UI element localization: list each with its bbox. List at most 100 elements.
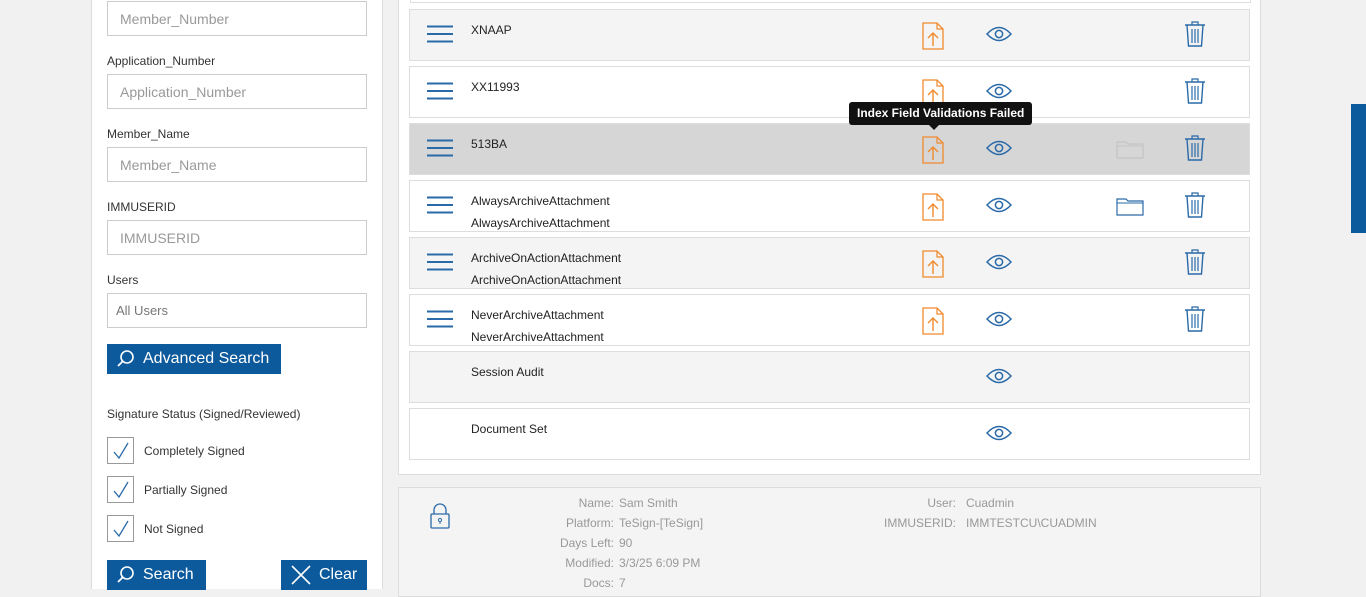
document-row[interactable]: XNAAP	[409, 9, 1250, 61]
checkmark-icon	[113, 481, 129, 498]
view-eye-icon[interactable]	[985, 254, 1013, 275]
checkbox-label: Completely Signed	[144, 443, 245, 458]
advanced-search-button[interactable]: Advanced Search	[107, 344, 281, 374]
upload-icon[interactable]	[922, 22, 944, 55]
search-button[interactable]: Search	[107, 560, 206, 590]
document-name-line1: AlwaysArchiveAttachment	[471, 194, 610, 208]
checkbox-label: Not Signed	[144, 521, 204, 536]
checkmark-icon	[113, 442, 129, 459]
folder-icon	[1116, 139, 1144, 164]
document-row[interactable]: ArchiveOnActionAttachment ArchiveOnAction…	[409, 237, 1250, 289]
upload-icon[interactable]	[922, 136, 944, 169]
trash-icon[interactable]	[1185, 249, 1205, 280]
docs-key: Docs:	[583, 576, 614, 590]
application-number-label: Application_Number	[107, 54, 216, 68]
drag-handle-icon[interactable]	[427, 25, 453, 48]
lock-icon[interactable]	[430, 503, 450, 529]
view-eye-icon[interactable]	[985, 83, 1013, 104]
checkmark-icon	[113, 520, 129, 537]
document-name-line2	[471, 440, 547, 462]
name-key: Name:	[578, 496, 614, 510]
trash-icon[interactable]	[1185, 135, 1205, 166]
view-eye-icon[interactable]	[985, 311, 1013, 332]
member-name-input[interactable]	[107, 147, 367, 182]
immuserid-key: IMMUSERID:	[884, 516, 956, 530]
document-name: XNAAP	[471, 19, 512, 63]
trash-icon[interactable]	[1185, 306, 1205, 337]
session-info-panel: Name: Sam Smith Platform: TeSign-[TeSign…	[398, 487, 1261, 597]
document-row[interactable]: NeverArchiveAttachment NeverArchiveAttach…	[409, 294, 1250, 346]
document-name: Document Set	[471, 418, 547, 462]
search-icon	[117, 350, 134, 367]
document-name: NeverArchiveAttachment NeverArchiveAttach…	[471, 304, 604, 348]
platform-key: Platform:	[565, 516, 614, 530]
application-number-input[interactable]	[107, 74, 367, 109]
member-number-input[interactable]	[107, 1, 367, 36]
drag-handle-icon[interactable]	[427, 310, 453, 333]
document-name-line2: AlwaysArchiveAttachment	[471, 216, 610, 230]
document-name: Session Audit	[471, 361, 544, 405]
view-eye-icon[interactable]	[985, 368, 1013, 389]
trash-icon[interactable]	[1185, 192, 1205, 223]
drag-handle-icon[interactable]	[427, 139, 453, 162]
checkbox-box[interactable]	[107, 437, 134, 464]
document-row[interactable]: 513BA	[409, 123, 1250, 175]
view-eye-icon[interactable]	[985, 140, 1013, 161]
document-name-line2	[471, 98, 520, 120]
document-name-line1: XX11993	[471, 80, 520, 94]
document-name-line1: NeverArchiveAttachment	[471, 308, 604, 322]
immuserid-label: IMMUSERID	[107, 200, 176, 214]
document-row[interactable]: XX11993	[409, 66, 1250, 118]
previous-row-edge	[410, 0, 1251, 3]
view-eye-icon[interactable]	[985, 26, 1013, 47]
user-key: User:	[927, 496, 956, 510]
search-icon	[117, 566, 134, 583]
document-name: AlwaysArchiveAttachment AlwaysArchiveAtta…	[471, 190, 610, 234]
checkbox-box[interactable]	[107, 515, 134, 542]
checkbox-not-signed[interactable]: Not Signed	[107, 515, 203, 542]
view-eye-icon[interactable]	[985, 197, 1013, 218]
document-name-line1: Document Set	[471, 422, 548, 436]
document-row[interactable]: Document Set	[409, 408, 1250, 460]
users-select[interactable]: All Users	[107, 293, 367, 328]
document-name: ArchiveOnActionAttachment ArchiveOnAction…	[471, 247, 621, 291]
side-panel-tab[interactable]	[1351, 104, 1366, 233]
document-row[interactable]: Session Audit	[409, 351, 1250, 403]
user-value: Cuadmin	[966, 496, 1015, 510]
checkbox-box[interactable]	[107, 476, 134, 503]
immuserid-input[interactable]	[107, 220, 367, 255]
users-select-value: All Users	[116, 303, 169, 318]
trash-icon[interactable]	[1185, 78, 1205, 109]
docs-value: 7	[619, 576, 626, 590]
document-name-line2	[471, 41, 512, 63]
document-name-line1: ArchiveOnActionAttachment	[471, 251, 622, 265]
document-row[interactable]: AlwaysArchiveAttachment AlwaysArchiveAtta…	[409, 180, 1250, 232]
document-name-line1: XNAAP	[471, 23, 512, 37]
name-value: Sam Smith	[619, 496, 678, 510]
upload-icon[interactable]	[922, 250, 944, 283]
days-left-key: Days Left:	[559, 536, 614, 550]
document-name-line2	[471, 383, 544, 405]
checkbox-completely-signed[interactable]: Completely Signed	[107, 437, 245, 464]
drag-handle-icon[interactable]	[427, 196, 453, 219]
upload-icon[interactable]	[922, 307, 944, 340]
upload-tooltip: Index Field Validations Failed	[849, 102, 1033, 130]
document-name-line2: ArchiveOnActionAttachment	[471, 273, 622, 287]
checkbox-partially-signed[interactable]: Partially Signed	[107, 476, 227, 503]
document-name-line1: 513BA	[471, 137, 508, 151]
checkbox-label: Partially Signed	[144, 482, 228, 497]
close-icon	[291, 565, 311, 585]
trash-icon[interactable]	[1185, 21, 1205, 52]
member-name-label: Member_Name	[107, 127, 190, 141]
document-name: XX11993	[471, 76, 520, 120]
drag-handle-icon[interactable]	[427, 253, 453, 276]
document-name-line2: NeverArchiveAttachment	[471, 330, 604, 344]
search-label: Search	[143, 566, 194, 583]
upload-icon[interactable]	[922, 193, 944, 226]
folder-icon[interactable]	[1116, 196, 1144, 221]
drag-handle-icon[interactable]	[427, 82, 453, 105]
document-name-line2	[471, 155, 507, 177]
clear-button[interactable]: Clear	[281, 560, 367, 590]
view-eye-icon[interactable]	[985, 425, 1013, 446]
filter-sidebar: Application_Number Member_Name IMMUSERID…	[91, 0, 383, 590]
